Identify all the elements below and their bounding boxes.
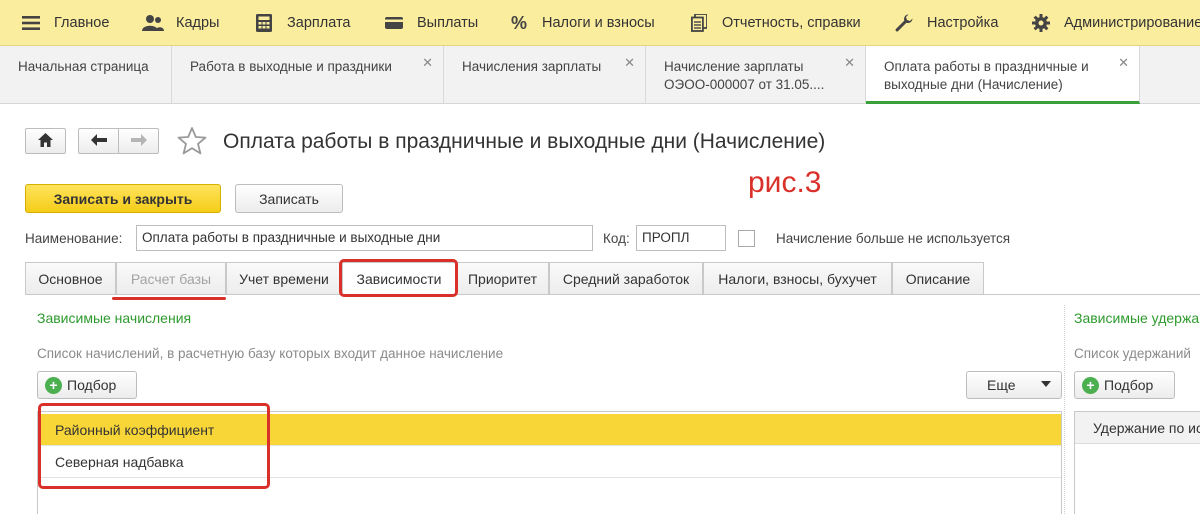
red-underline-annotation <box>112 297 226 300</box>
menu-item-admin[interactable]: Администрирование <box>1030 0 1200 45</box>
name-field[interactable]: Оплата работы в праздничные и выходные д… <box>136 225 593 251</box>
home-button[interactable] <box>25 128 66 154</box>
people-icon <box>142 12 164 34</box>
save-button[interactable]: Записать <box>235 184 343 213</box>
arrow-left-icon <box>90 133 107 149</box>
menu-item-label: Настройка <box>927 15 999 31</box>
window-tab-accruals[interactable]: Начисления зарплаты ✕ <box>444 46 646 103</box>
gear-icon <box>1030 12 1052 34</box>
documents-icon <box>688 12 710 34</box>
hamburger-icon <box>20 12 42 34</box>
window-tab-subtitle: ОЭОО-000007 от 31.05.... <box>664 77 825 92</box>
window-tab-title: Оплата работы в праздничные и <box>884 59 1089 74</box>
chevron-down-icon <box>1041 381 1051 387</box>
accruals-hint: Список начислений, в расчетную базу кото… <box>37 346 504 361</box>
window-tab-title: Начальная страница <box>18 59 149 74</box>
red-highlight-tab <box>339 259 458 297</box>
tab-description[interactable]: Описание <box>892 262 984 295</box>
pick-button-deductions[interactable]: + Подбор <box>1074 371 1175 399</box>
more-button-label: Еще <box>987 377 1016 393</box>
menu-item-salary[interactable]: Зарплата <box>253 0 351 45</box>
tab-average-earnings[interactable]: Средний заработок <box>549 262 703 295</box>
deductions-table: Удержание по исполнительному <box>1074 411 1200 514</box>
menu-item-label: Выплаты <box>417 15 479 31</box>
menu-item-settings[interactable]: Настройка <box>893 0 999 45</box>
menu-item-label: Отчетность, справки <box>722 15 861 31</box>
menu-item-label: Зарплата <box>287 15 351 31</box>
menu-item-staff[interactable]: Кадры <box>142 0 220 45</box>
code-field[interactable]: ПРОПЛ <box>636 225 726 251</box>
back-button[interactable] <box>78 128 119 154</box>
section-divider <box>1064 305 1065 514</box>
wrench-icon <box>893 12 915 34</box>
unused-label: Начисление больше не используется <box>776 231 1011 246</box>
window-tab-title: Начисления зарплаты <box>462 59 602 74</box>
menu-item-reports[interactable]: Отчетность, справки <box>688 0 861 45</box>
code-label: Код: <box>603 231 630 246</box>
menu-item-main[interactable]: Главное <box>20 0 110 45</box>
tab-taxes[interactable]: Налоги, взносы, бухучет <box>703 262 892 295</box>
menu-item-label: Администрирование <box>1064 15 1200 31</box>
close-icon[interactable]: ✕ <box>1118 54 1129 72</box>
figure-annotation: рис.3 <box>748 166 822 199</box>
arrow-right-icon <box>130 133 147 149</box>
section-title-deductions: Зависимые удержания <box>1074 310 1200 326</box>
wallet-icon <box>383 12 405 34</box>
close-icon[interactable]: ✕ <box>844 54 855 72</box>
pick-button-label: Подбор <box>1104 377 1154 393</box>
pick-button[interactable]: + Подбор <box>37 371 137 399</box>
plus-icon: + <box>45 376 62 394</box>
window-tab-subtitle: выходные дни (Начисление) <box>884 77 1063 92</box>
red-highlight-rows <box>38 403 270 489</box>
close-icon[interactable]: ✕ <box>422 54 433 72</box>
menu-item-label: Налоги и взносы <box>542 15 655 31</box>
plus-icon: + <box>1082 376 1099 394</box>
more-button[interactable]: Еще <box>966 371 1062 399</box>
pick-button-label: Подбор <box>67 377 117 393</box>
tab-strip-line <box>25 294 1200 295</box>
close-icon[interactable]: ✕ <box>624 54 635 72</box>
tab-base-calculation[interactable]: Расчет базы <box>116 262 226 295</box>
menu-item-taxes[interactable]: % Налоги и взносы <box>508 0 655 45</box>
calculator-icon <box>253 12 275 34</box>
table-header: Удержание по исполнительному <box>1075 412 1200 444</box>
name-label: Наименование: <box>25 231 123 246</box>
window-tab-weekend-work[interactable]: Работа в выходные и праздники ✕ <box>172 46 444 103</box>
save-and-close-button[interactable]: Записать и закрыть <box>25 184 221 213</box>
main-menu-bar: Главное Кадры Зарплата Выплаты % Налоги … <box>0 0 1200 46</box>
window-tab-home[interactable]: Начальная страница <box>0 46 172 103</box>
tab-time-accounting[interactable]: Учет времени <box>226 262 342 295</box>
window-tab-current[interactable]: Оплата работы в праздничные и выходные д… <box>866 46 1140 104</box>
window-tab-accrual-doc[interactable]: Начисление зарплаты ОЭОО-000007 от 31.05… <box>646 46 866 103</box>
home-icon <box>38 132 53 150</box>
tab-main[interactable]: Основное <box>25 262 116 295</box>
tab-priority[interactable]: Приоритет <box>456 262 549 295</box>
percent-icon: % <box>510 12 527 33</box>
window-tab-title: Работа в выходные и праздники <box>190 59 392 74</box>
menu-item-label: Кадры <box>176 15 220 31</box>
favorite-star-icon[interactable] <box>177 126 207 156</box>
deductions-hint: Список удержаний <box>1074 346 1191 361</box>
page-title: Оплата работы в праздничные и выходные д… <box>223 130 826 153</box>
window-tab-title: Начисление зарплаты <box>664 59 804 74</box>
unused-checkbox[interactable] <box>738 230 755 247</box>
section-title-accruals: Зависимые начисления <box>37 310 192 326</box>
menu-item-payments[interactable]: Выплаты <box>383 0 479 45</box>
menu-item-label: Главное <box>54 15 110 31</box>
open-windows-bar: Начальная страница Работа в выходные и п… <box>0 46 1200 104</box>
forward-button[interactable] <box>118 128 159 154</box>
